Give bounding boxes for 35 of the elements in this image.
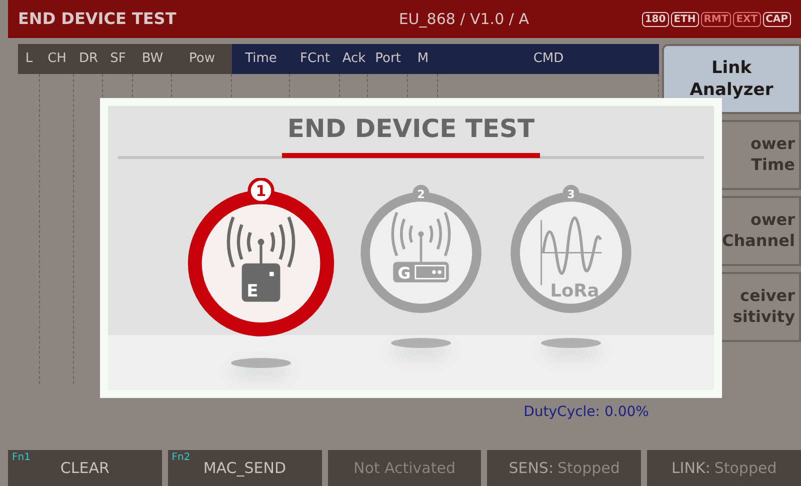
column-header: Port bbox=[368, 44, 408, 74]
number-badge: 3 bbox=[562, 184, 580, 202]
region-label: EU_868 / V1.0 / A bbox=[398, 8, 530, 30]
column-header: CH bbox=[40, 44, 74, 74]
menu-button[interactable]: Link Analyzer bbox=[662, 44, 801, 114]
column-header: L bbox=[18, 44, 40, 74]
column-header: CMD bbox=[438, 44, 659, 74]
status-indicator: EXT bbox=[733, 12, 761, 26]
radio-device-icon bbox=[226, 216, 296, 302]
column-header: SF bbox=[103, 44, 133, 74]
status-indicator: 180 bbox=[642, 12, 669, 26]
duty-cycle-readout: DutyCycle: 0.00% bbox=[524, 403, 649, 422]
column-header: Ack bbox=[340, 44, 368, 74]
app-title: END DEVICE TEST bbox=[18, 8, 178, 30]
column-header: BW bbox=[133, 44, 172, 74]
status-indicator: CAP bbox=[762, 12, 791, 26]
number-badge: 2 bbox=[412, 184, 430, 202]
waveform-chart-icon bbox=[540, 216, 602, 286]
function-key[interactable]: Fn1 CLEAR bbox=[8, 450, 162, 486]
router-icon bbox=[391, 212, 451, 282]
lora-label: LoRa bbox=[550, 281, 600, 302]
status-indicator: RMT bbox=[700, 12, 732, 26]
column-header: FCnt bbox=[290, 44, 340, 74]
column-header: DR bbox=[74, 44, 103, 74]
number-badge: 1 bbox=[248, 178, 274, 204]
column-header: Pow bbox=[172, 44, 232, 74]
function-key-label: Fn2 bbox=[172, 451, 190, 465]
device-letter: E bbox=[246, 281, 258, 302]
function-key[interactable]: Fn2 MAC_SEND bbox=[168, 450, 322, 486]
dialog-title: END DEVICE TEST bbox=[287, 114, 535, 144]
device-letter: G bbox=[398, 264, 411, 283]
status-indicator: ETH bbox=[670, 12, 699, 26]
column-header: Time bbox=[232, 44, 290, 74]
function-key-label: Fn1 bbox=[12, 451, 30, 465]
column-header: M bbox=[408, 44, 438, 74]
